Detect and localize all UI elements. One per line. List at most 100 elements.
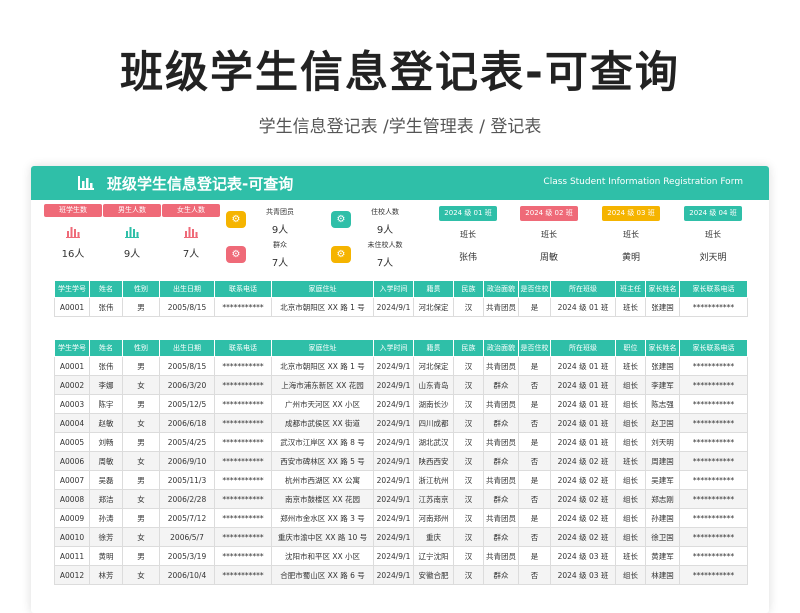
table-cell: 组长 — [615, 565, 646, 585]
stat-value: 7人 — [182, 249, 200, 260]
table-cell[interactable]: A0010 — [54, 527, 90, 547]
table-row[interactable]: A0011 黄明男 2005/3/19 *********** 沈阳市和平区 XX 小区… — [54, 546, 748, 566]
column-header[interactable]: 籍贯 — [413, 280, 454, 298]
table-cell[interactable]: A0002 — [54, 375, 90, 395]
table-cell: 2024/9/1 — [373, 375, 414, 395]
table-cell[interactable]: A0011 — [54, 546, 90, 566]
table-cell: 合肥市蜀山区 XX 路 6 号 — [271, 565, 374, 585]
column-header[interactable]: 家庭住址 — [271, 280, 374, 298]
table-cell: 班长 — [615, 297, 646, 317]
column-header[interactable]: 入学时间 — [373, 339, 414, 357]
column-header[interactable]: 学生学号 — [54, 280, 90, 298]
table-cell: *********** — [679, 489, 748, 509]
table-cell: 2024/9/1 — [373, 451, 414, 471]
column-header[interactable]: 家长姓名 — [645, 339, 680, 357]
table-row[interactable]: A0001 张伟男 2005/8/15 *********** 北京市朝阳区 XX 路 … — [54, 297, 748, 317]
table-cell: 2006/9/10 — [159, 451, 215, 471]
column-header[interactable]: 性别 — [122, 280, 160, 298]
bar-chart-icon — [66, 227, 80, 238]
table-cell: 徐卫国 — [645, 527, 680, 547]
table-cell: 2024/9/1 — [373, 565, 414, 585]
boarding-value: 9人 — [376, 225, 394, 236]
table-cell: 共青团员 — [483, 470, 519, 490]
table-cell[interactable]: A0004 — [54, 413, 90, 433]
column-header[interactable]: 籍贯 — [413, 339, 454, 357]
table-cell: 河南郑州 — [413, 508, 454, 528]
table-cell: 李娜 — [89, 375, 123, 395]
column-header[interactable]: 联系电话 — [214, 280, 272, 298]
column-header[interactable]: 职位 — [615, 339, 646, 357]
table-cell: 汉 — [453, 413, 484, 433]
table-cell: 群众 — [483, 565, 519, 585]
column-header[interactable]: 家庭住址 — [271, 339, 374, 357]
table-row[interactable]: A0001 张伟男 2005/8/15 *********** 北京市朝阳区 XX 路 … — [54, 356, 748, 376]
column-header[interactable]: 所在班级 — [550, 339, 616, 357]
table-row[interactable]: A0006 周敏女 2006/9/10 *********** 西安市碑林区 XX 路 … — [54, 451, 748, 471]
table-cell: 四川成都 — [413, 413, 454, 433]
table-row[interactable]: A0007 吴磊男 2005/11/3 *********** 杭州市西湖区 XX 公寓… — [54, 470, 748, 490]
column-header[interactable]: 是否住校 — [518, 339, 551, 357]
column-header[interactable]: 姓名 — [89, 280, 123, 298]
table-cell: 是 — [518, 394, 551, 414]
table-cell[interactable]: A0005 — [54, 432, 90, 452]
table-cell: 郑志刚 — [645, 489, 680, 509]
column-header[interactable]: 姓名 — [89, 339, 123, 357]
column-header[interactable]: 入学时间 — [373, 280, 414, 298]
table-cell: 2024 级 02 班 — [550, 470, 616, 490]
table-cell: *********** — [679, 508, 748, 528]
table-cell: 2024 级 03 班 — [550, 546, 616, 566]
table-cell: 汉 — [453, 451, 484, 471]
table-cell[interactable]: A0009 — [54, 508, 90, 528]
table-cell: 山东青岛 — [413, 375, 454, 395]
politics-value: 9人 — [271, 225, 289, 236]
table-cell: 2006/5/7 — [159, 527, 215, 547]
table-cell: 南京市鼓楼区 XX 花园 — [271, 489, 374, 509]
table-cell: 否 — [518, 527, 551, 547]
table-row[interactable]: A0008 郑洁女 2006/2/28 *********** 南京市鼓楼区 XX 花园… — [54, 489, 748, 509]
query-table-header: 学生学号 姓名 性别 出生日期 联系电话 家庭住址 入学时间 籍贯 民族 政治面貌 是否住校 所在班级… — [54, 280, 748, 298]
table-cell[interactable]: A0001 — [54, 297, 90, 317]
table-row[interactable]: A0003 陈宇男 2005/12/5 *********** 广州市天河区 XX 小区… — [54, 394, 748, 414]
column-header[interactable]: 民族 — [453, 339, 484, 357]
column-header[interactable]: 出生日期 — [159, 339, 215, 357]
table-cell: 河北保定 — [413, 356, 454, 376]
column-header[interactable]: 民族 — [453, 280, 484, 298]
table-cell: 2024/9/1 — [373, 470, 414, 490]
table-row[interactable]: A0009 孙涛男 2005/7/12 *********** 郑州市金水区 XX 路 … — [54, 508, 748, 528]
table-cell: 群众 — [483, 375, 519, 395]
query-table: 学生学号 姓名 性别 出生日期 联系电话 家庭住址 入学时间 籍贯 民族 政治面貌 是否住校 所在班级… — [54, 280, 748, 317]
boarding-label: 未住校人数 — [367, 241, 403, 249]
table-cell: 否 — [518, 565, 551, 585]
table-cell: 安徽合肥 — [413, 565, 454, 585]
table-cell: 男 — [122, 297, 160, 317]
column-header[interactable]: 是否住校 — [518, 280, 551, 298]
table-cell[interactable]: A0006 — [54, 451, 90, 471]
table-cell: 2005/8/15 — [159, 297, 215, 317]
column-header[interactable]: 所在班级 — [550, 280, 616, 298]
table-cell: 上海市浦东新区 XX 花园 — [271, 375, 374, 395]
column-header[interactable]: 出生日期 — [159, 280, 215, 298]
table-row[interactable]: A0004 赵敏女 2006/6/18 *********** 成都市武侯区 XX 街道… — [54, 413, 748, 433]
table-cell: 共青团员 — [483, 432, 519, 452]
table-cell: 徐芳 — [89, 527, 123, 547]
column-header[interactable]: 政治面貌 — [483, 280, 519, 298]
table-row[interactable]: A0002 李娜女 2006/3/20 *********** 上海市浦东新区 XX 花… — [54, 375, 748, 395]
column-header[interactable]: 联系电话 — [214, 339, 272, 357]
table-cell: 组长 — [615, 432, 646, 452]
table-row[interactable]: A0010 徐芳女 2006/5/7 *********** 重庆市渝中区 XX 路 1… — [54, 527, 748, 547]
table-cell[interactable]: A0007 — [54, 470, 90, 490]
table-cell[interactable]: A0003 — [54, 394, 90, 414]
column-header[interactable]: 政治面貌 — [483, 339, 519, 357]
column-header[interactable]: 性别 — [122, 339, 160, 357]
table-cell[interactable]: A0012 — [54, 565, 90, 585]
table-row[interactable]: A0005 刘畅男 2005/4/25 *********** 武汉市江岸区 XX 路 … — [54, 432, 748, 452]
table-cell: 2005/8/15 — [159, 356, 215, 376]
column-header[interactable]: 家长姓名 — [645, 280, 680, 298]
table-cell[interactable]: A0008 — [54, 489, 90, 509]
column-header[interactable]: 学生学号 — [54, 339, 90, 357]
column-header[interactable]: 班主任 — [615, 280, 646, 298]
table-cell[interactable]: A0001 — [54, 356, 90, 376]
table-row[interactable]: A0012 林芳女 2006/10/4 *********** 合肥市蜀山区 XX 路 … — [54, 565, 748, 585]
column-header[interactable]: 家长联系电话 — [679, 280, 748, 298]
column-header[interactable]: 家长联系电话 — [679, 339, 748, 357]
